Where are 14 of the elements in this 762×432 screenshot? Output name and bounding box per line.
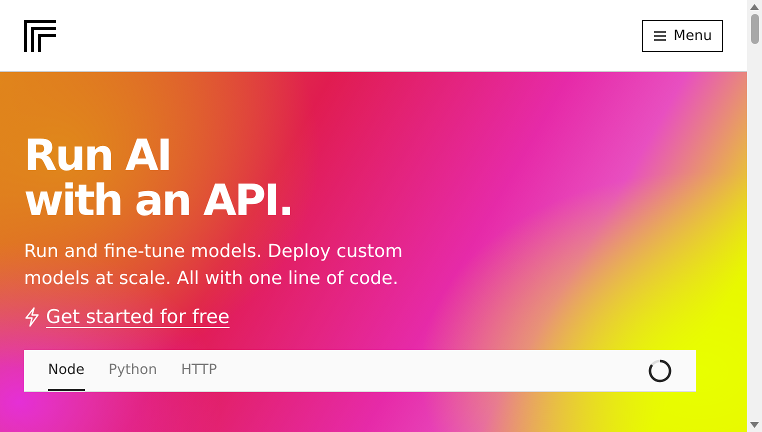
hero-title: Run AI with an API. xyxy=(24,134,294,224)
logo-icon[interactable] xyxy=(24,20,56,52)
code-tab[interactable]: Python xyxy=(108,350,158,391)
menu-icon xyxy=(654,30,666,40)
hero-subtitle: Run and fine-tune models. Deploy custom models at scale. All with one line of code. xyxy=(24,240,404,291)
menu-button[interactable]: Menu xyxy=(642,20,723,52)
code-tab[interactable]: Node xyxy=(48,350,85,391)
loading-spinner-icon xyxy=(648,358,672,382)
scroll-down-icon[interactable] xyxy=(750,422,759,428)
code-tab[interactable]: HTTP xyxy=(181,350,217,391)
get-started-link[interactable]: Get started for free xyxy=(46,306,230,328)
lightning-icon xyxy=(24,307,40,327)
scroll-up-icon[interactable] xyxy=(750,4,759,10)
scrollbar-thumb[interactable] xyxy=(750,14,758,44)
